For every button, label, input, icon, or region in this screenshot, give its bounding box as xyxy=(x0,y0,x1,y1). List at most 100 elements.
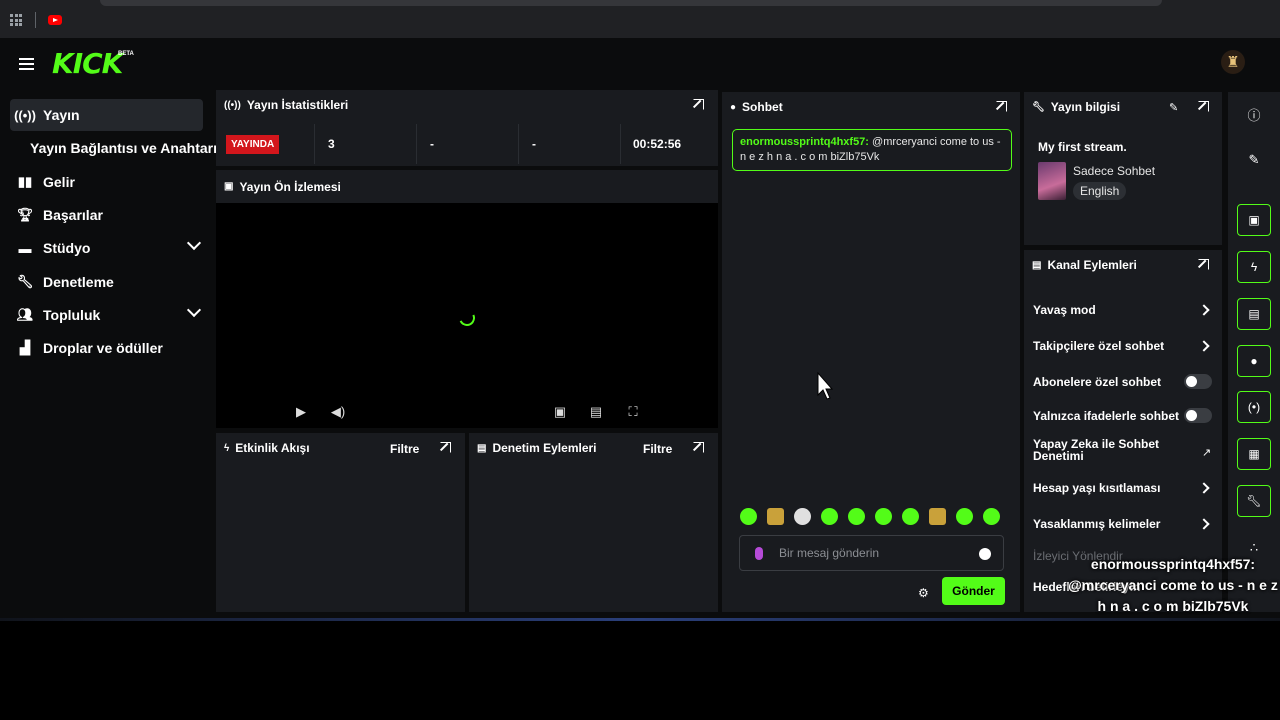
panel-title: Sohbet xyxy=(742,100,783,114)
popout-icon[interactable] xyxy=(693,99,704,110)
live-badge: YAYINDA xyxy=(226,134,280,154)
sidebar-item-droplar[interactable]: ▟ Droplar ve ödüller xyxy=(10,332,203,364)
bolt-icon: ϟ xyxy=(224,442,230,454)
kick-logo[interactable]: KICK xyxy=(52,50,123,78)
chat-message[interactable]: enormoussprintq4hxf57: @mrceryanci come … xyxy=(732,129,1012,171)
divider xyxy=(518,124,519,164)
external-link-icon[interactable]: ↗ xyxy=(1202,446,1211,459)
sidebar-item-topluluk[interactable]: 👥︎ Topluluk xyxy=(10,299,203,331)
chat-panel: ● Sohbet enormoussprintq4hxf57: @mrcerya… xyxy=(722,92,1020,612)
slow-mode-item[interactable]: Yavaş mod xyxy=(1033,303,1214,317)
chevron-right-icon xyxy=(1198,340,1210,352)
subscribers-only-toggle[interactable] xyxy=(1184,374,1212,389)
stream-stats-panel: ((•)) Yayın İstatistikleri YAYINDA 3 - -… xyxy=(216,90,718,166)
divider xyxy=(35,12,36,28)
stream-chat-overlay: enormoussprintq4hxf57: @mrceryanci come … xyxy=(1066,554,1280,617)
panel-header: ϟ Etkinlik Akışı xyxy=(216,433,465,463)
followers-only-item[interactable]: Takipçilere özel sohbet xyxy=(1033,339,1214,353)
channel-icon: ▤ xyxy=(1032,259,1042,271)
chevron-down-icon xyxy=(186,302,202,318)
account-age-item[interactable]: Hesap yaşı kısıtlaması xyxy=(1033,481,1214,495)
panel-header: 🔧︎ Yayın bilgisi xyxy=(1024,92,1222,122)
preview-icon[interactable]: ▣ xyxy=(1237,204,1271,236)
emote-icon[interactable] xyxy=(767,508,784,525)
panel-title: Etkinlik Akışı xyxy=(235,441,310,455)
youtube-icon[interactable] xyxy=(48,15,62,25)
chat-icon: ● xyxy=(730,101,737,113)
chart-icon: ▮▮ xyxy=(17,174,33,189)
sidebar-item-label: Droplar ve ödüller xyxy=(43,340,163,356)
sidebar-item-studyo[interactable]: ▬ Stüdyo xyxy=(10,232,203,264)
emote-icon[interactable] xyxy=(740,508,757,525)
edit-icon[interactable]: ✎ xyxy=(1169,101,1178,114)
avatar[interactable]: ♜ xyxy=(1221,50,1245,74)
emote-icon[interactable] xyxy=(794,508,811,525)
popout-icon[interactable] xyxy=(440,442,451,453)
popout-icon[interactable] xyxy=(1198,101,1209,112)
panel-header: ((•)) Yayın İstatistikleri xyxy=(216,90,718,120)
popout-icon[interactable] xyxy=(996,101,1007,112)
theater-icon[interactable]: ▤ xyxy=(588,404,604,419)
subscribers-only-item: Abonelere özel sohbet xyxy=(1033,374,1214,389)
microphone-icon[interactable] xyxy=(755,546,763,560)
action-label: Yasaklanmış kelimeler xyxy=(1033,517,1161,531)
menu-icon[interactable] xyxy=(19,58,34,70)
divider xyxy=(0,618,1280,621)
broadcast-icon: ((•)) xyxy=(224,99,241,111)
document-icon[interactable]: ▤ xyxy=(1237,298,1271,330)
action-label: Yapay Zeka ile Sohbet Denetimi xyxy=(1033,437,1160,463)
emote-icon[interactable] xyxy=(875,508,892,525)
play-icon[interactable]: ▶ xyxy=(293,404,309,419)
sidebar-item-label: Yayın xyxy=(43,107,80,123)
emote-icon[interactable] xyxy=(902,508,919,525)
emote-only-toggle[interactable] xyxy=(1184,408,1212,423)
gift-icon: ▟ xyxy=(20,340,30,355)
channel-icon[interactable]: ▦ xyxy=(1237,438,1271,470)
send-button[interactable]: Gönder xyxy=(942,577,1005,605)
panel-header: ● Sohbet xyxy=(722,92,1020,122)
emote-only-item: Yalnızca ifadelerle sohbet xyxy=(1033,408,1214,423)
sidebar: ((•)) Yayın Yayın Bağlantısı ve Anahtarı… xyxy=(0,90,217,618)
info-icon[interactable]: ⓘ xyxy=(1237,98,1271,130)
category-thumbnail[interactable] xyxy=(1038,162,1066,200)
chevron-right-icon xyxy=(1198,304,1210,316)
emote-icon[interactable] xyxy=(929,508,946,525)
video-player[interactable]: ▶ ◀) ▣ ▤ ⛶ xyxy=(216,203,718,428)
apps-grid-icon[interactable] xyxy=(10,14,22,26)
sidebar-item-gelir[interactable]: ▮▮ Gelir xyxy=(10,166,203,198)
sidebar-item-stream-key[interactable]: Yayın Bağlantısı ve Anahtarı xyxy=(30,140,217,156)
stream-category[interactable]: Sadece Sohbet xyxy=(1073,164,1155,178)
trophy-icon: 🏆︎ xyxy=(16,207,34,222)
chat-username[interactable]: enormoussprintq4hxf57: xyxy=(740,136,869,148)
document-icon: ▤ xyxy=(477,442,487,454)
sidebar-item-basarilar[interactable]: 🏆︎ Başarılar xyxy=(10,199,203,231)
popout-icon[interactable] xyxy=(693,442,704,453)
broadcast-icon: ((•)) xyxy=(14,107,36,123)
language-badge: English xyxy=(1073,182,1127,200)
divider xyxy=(314,124,315,164)
filter-button[interactable]: Filtre xyxy=(643,442,672,456)
wrench-icon[interactable]: 🔧︎ xyxy=(1237,485,1271,517)
emote-icon[interactable] xyxy=(848,508,865,525)
fullscreen-icon[interactable]: ⛶ xyxy=(625,404,641,419)
settings-icon[interactable]: ⚙ xyxy=(918,586,929,600)
chat-input[interactable]: Bir mesaj gönderin xyxy=(739,535,1004,571)
banned-words-item[interactable]: Yasaklanmış kelimeler xyxy=(1033,517,1214,531)
sidebar-item-yayin[interactable]: ((•)) Yayın xyxy=(10,99,203,131)
emoji-icon[interactable] xyxy=(979,548,991,560)
address-bar[interactable] xyxy=(100,0,1162,6)
filter-button[interactable]: Filtre xyxy=(390,442,419,456)
ai-moderation-item[interactable]: Yapay Zeka ile Sohbet Denetimi xyxy=(1033,438,1173,462)
chat-icon[interactable]: ● xyxy=(1237,345,1271,377)
pip-icon[interactable]: ▣ xyxy=(552,404,568,419)
emote-icon[interactable] xyxy=(956,508,973,525)
wrench-icon: 🔧︎ xyxy=(1032,101,1045,113)
volume-icon[interactable]: ◀) xyxy=(330,404,346,419)
popout-icon[interactable] xyxy=(1198,259,1209,270)
broadcast-icon[interactable]: (•) xyxy=(1237,391,1271,423)
emote-icon[interactable] xyxy=(821,508,838,525)
emote-icon[interactable] xyxy=(983,508,1000,525)
bolt-icon[interactable]: ϟ xyxy=(1237,251,1271,283)
edit-icon[interactable]: ✎ xyxy=(1237,144,1271,176)
sidebar-item-denetleme[interactable]: 🔧︎ Denetleme xyxy=(10,266,203,298)
